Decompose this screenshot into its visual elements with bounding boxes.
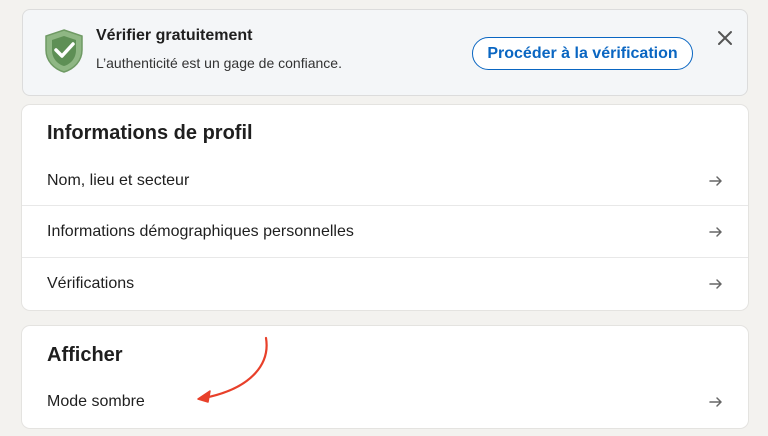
arrow-right-icon [709, 176, 722, 186]
row-label: Mode sombre [47, 393, 145, 410]
banner-subtitle: L’authenticité est un gage de confiance. [96, 55, 342, 71]
arrow-right-icon [709, 397, 722, 407]
row-label: Nom, lieu et secteur [47, 172, 190, 189]
row-demographics[interactable]: Informations démographiques personnelles [22, 206, 748, 258]
verification-banner: Vérifier gratuitement L’authenticité est… [22, 9, 748, 96]
banner-title: Vérifier gratuitement [96, 27, 253, 44]
row-label: Vérifications [47, 275, 135, 292]
row-verifications[interactable]: Vérifications [22, 258, 748, 310]
verify-button[interactable]: Procéder à la vérification [472, 37, 693, 70]
display-card: Afficher Mode sombre [22, 326, 748, 428]
profile-info-card: Informations de profil Nom, lieu et sect… [22, 105, 748, 310]
profile-section-title: Informations de profil [47, 122, 253, 144]
arrow-right-icon [709, 279, 722, 289]
row-dark-mode[interactable]: Mode sombre [22, 376, 748, 428]
shield-check-icon [45, 29, 83, 73]
arrow-right-icon [709, 227, 722, 237]
display-section-title: Afficher [47, 344, 123, 366]
row-name-location-industry[interactable]: Nom, lieu et secteur [22, 155, 748, 207]
close-icon[interactable] [715, 28, 735, 48]
row-label: Informations démographiques personnelles [47, 223, 354, 240]
